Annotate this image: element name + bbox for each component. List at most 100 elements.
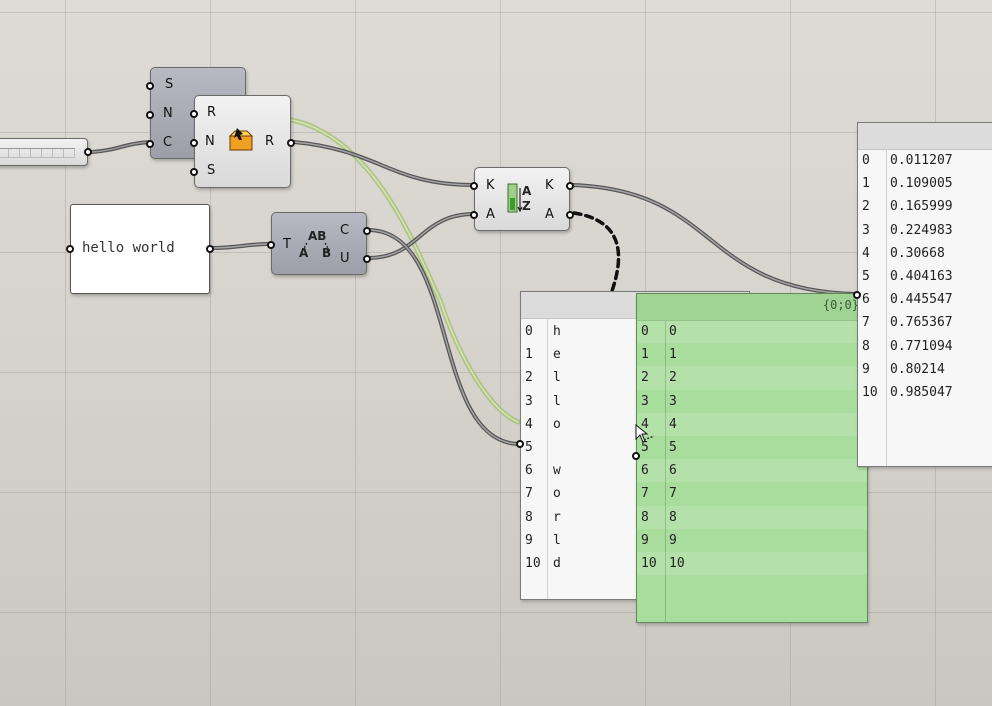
random-panel-row-value: 0.445547 — [890, 292, 953, 308]
index-panel-header[interactable]: {0;0} — [637, 294, 867, 321]
svg-text:B: B — [322, 246, 331, 260]
characters-component[interactable]: T C U AB A B — [267, 212, 371, 275]
index-panel-row: 55 — [637, 436, 867, 459]
random-component[interactable]: R N S R — [190, 95, 295, 188]
random-panel-row-value: 0.771094 — [890, 338, 953, 354]
sort-grip-k-out[interactable] — [566, 182, 574, 190]
index-panel-row-value: 2 — [669, 370, 677, 386]
split-grip-s[interactable] — [146, 82, 154, 90]
characters-panel-row-value: e — [553, 347, 561, 363]
sort-grip-a-out[interactable] — [566, 211, 574, 219]
random-panel-row: 4 0.30668 — [858, 242, 992, 265]
characters-panel-row-value: l — [553, 532, 561, 548]
index-panel-row-value: 8 — [669, 509, 677, 525]
split-input-n[interactable]: N — [163, 107, 173, 121]
characters-panel-row-index: 2 — [525, 370, 533, 386]
random-panel-row-index: 2 — [862, 199, 870, 215]
text-input-value[interactable]: hello world — [82, 240, 175, 256]
characters-panel-row-value: o — [553, 416, 561, 432]
index-panel-row-index: 9 — [641, 532, 649, 548]
index-panel-row-value: 4 — [669, 416, 677, 432]
index-panel-row-value: 3 — [669, 393, 677, 409]
random-panel-row-value: 0.765367 — [890, 315, 953, 331]
index-panel-row-value: 7 — [669, 486, 677, 502]
characters-panel-input-grip[interactable] — [516, 440, 524, 448]
sort-grip-a-in[interactable] — [470, 211, 478, 219]
chars-input-t[interactable]: T — [283, 238, 291, 252]
index-panel-row-index: 8 — [641, 509, 649, 525]
index-panel-row: 44 — [637, 412, 867, 436]
index-panel-row: 88 — [637, 505, 867, 529]
index-panel-row-value: 9 — [669, 532, 677, 548]
characters-panel-row-value: h — [553, 324, 561, 339]
index-panel-row: 11 — [637, 343, 867, 366]
index-panel-row: 10 10 — [637, 551, 867, 576]
chars-output-u[interactable]: U — [340, 252, 350, 266]
random-panel-row: 10 0.985047 — [858, 381, 992, 404]
characters-panel-row-index: 5 — [525, 439, 533, 455]
random-panel-row-index: 10 — [862, 384, 878, 400]
random-panel-row-value: 0.165999 — [890, 199, 953, 215]
random-input-n[interactable]: N — [205, 135, 215, 149]
slider-track[interactable] — [0, 148, 75, 158]
random-panel-row-index: 6 — [862, 292, 870, 308]
random-panel-input-grip[interactable] — [853, 291, 861, 299]
characters-panel-row-value: r — [553, 509, 561, 525]
sort-output-a[interactable]: A — [545, 208, 554, 222]
number-slider[interactable] — [0, 138, 92, 166]
split-input-s[interactable]: S — [165, 78, 173, 92]
random-panel-row: 2 0.165999 — [858, 195, 992, 218]
random-input-s[interactable]: S — [207, 164, 215, 178]
random-values-panel[interactable]: 0 0.011207 1 0.109005 2 0.165999 3 0.224983 4 0.3… — [853, 122, 992, 467]
index-panel-input-grip[interactable] — [632, 452, 640, 460]
split-input-c[interactable]: C — [163, 136, 172, 150]
split-grip-c[interactable] — [146, 140, 154, 148]
slider-output-grip[interactable] — [84, 148, 92, 156]
text-panel-output-grip[interactable] — [206, 245, 214, 253]
random-panel-row: 5 0.404163 — [858, 265, 992, 288]
random-panel-row-value: 0.224983 — [890, 222, 953, 238]
index-panel-row-index: 0 — [641, 324, 649, 339]
random-output-r[interactable]: R — [265, 135, 274, 149]
characters-panel-row-value: w — [553, 463, 561, 479]
random-panel-row-index: 3 — [862, 222, 870, 238]
sort-input-k[interactable]: K — [486, 179, 495, 193]
index-panel[interactable]: {0;0} 0 0 1 1 2 2 3 3 4 4 5 5 6 6 7 7 8 8 9 9 10 10 — [632, 293, 868, 623]
chars-grip-t[interactable] — [267, 241, 275, 249]
characters-panel-row-value: o — [553, 486, 561, 502]
random-panel-row-index: 9 — [862, 361, 870, 377]
wire-random-to-sort-k — [292, 140, 476, 187]
sort-input-a[interactable]: A — [486, 208, 495, 222]
random-panel-row-index: 5 — [862, 268, 870, 284]
index-panel-row: 00 — [637, 320, 867, 344]
index-panel-row-index: 1 — [641, 347, 649, 363]
chars-grip-u[interactable] — [363, 255, 371, 263]
random-grip-out[interactable] — [287, 139, 295, 147]
index-panel-row-value: 1 — [669, 347, 677, 363]
text-input-panel[interactable]: hello world — [66, 204, 214, 294]
svg-text:A: A — [299, 246, 309, 260]
random-panel-rows: 0 0.011207 1 0.109005 2 0.165999 3 0.224983 4 0.3… — [858, 149, 992, 404]
grasshopper-canvas[interactable]: S N C R N S R hello world T C U AB A B K… — [0, 0, 992, 706]
sort-output-k[interactable]: K — [545, 179, 554, 193]
index-panel-row-index: 6 — [641, 463, 649, 479]
svg-text:A: A — [522, 184, 532, 198]
wire-chars-to-panel — [366, 228, 520, 446]
random-grip-r[interactable] — [190, 110, 198, 118]
text-panel-input-grip[interactable] — [66, 245, 74, 253]
split-grip-n[interactable] — [146, 111, 154, 119]
characters-panel-row-index: 1 — [525, 347, 533, 363]
sort-grip-k-in[interactable] — [470, 182, 478, 190]
random-grip-n[interactable] — [190, 139, 198, 147]
characters-panel-row-index: 8 — [525, 509, 533, 525]
chars-grip-c[interactable] — [363, 227, 371, 235]
random-panel-header[interactable] — [858, 123, 992, 150]
random-panel-row: 1 0.109005 — [858, 172, 992, 195]
chars-output-c[interactable]: C — [340, 224, 349, 238]
random-grip-s[interactable] — [190, 168, 198, 176]
characters-panel-row-index: 4 — [525, 416, 533, 432]
sort-list-component[interactable]: K A K A A Z — [470, 167, 574, 231]
random-input-r[interactable]: R — [207, 106, 216, 120]
random-panel-row: 0 0.011207 — [858, 149, 992, 172]
index-panel-row-value: 0 — [669, 324, 677, 339]
